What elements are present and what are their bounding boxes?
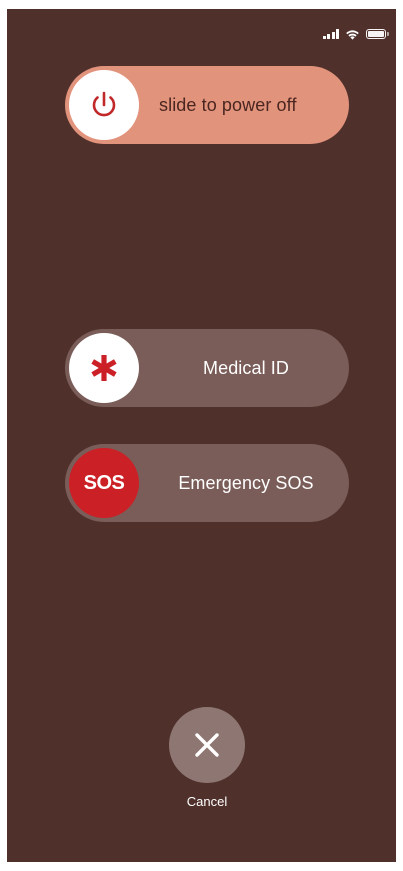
status-bar — [322, 26, 389, 42]
asterisk-icon — [91, 355, 117, 381]
power-icon — [92, 91, 116, 117]
emergency-sos-slider[interactable]: SOS Emergency SOS — [65, 444, 349, 522]
medical-id-slider[interactable]: Medical ID — [65, 329, 349, 407]
cancel-label: Cancel — [186, 794, 228, 809]
cellular-signal-icon — [322, 29, 339, 39]
battery-icon — [366, 29, 389, 39]
close-icon — [195, 733, 219, 757]
battery-level-fill — [368, 31, 384, 37]
medical-id-label: Medical ID — [202, 357, 290, 378]
power-off-screen: slide to power off Medical ID SOS Emerge… — [7, 9, 396, 862]
wifi-icon — [345, 29, 360, 40]
power-off-label: slide to power off — [159, 94, 297, 115]
medical-id-slider-knob[interactable] — [69, 333, 139, 403]
power-off-slider[interactable]: slide to power off — [65, 66, 349, 144]
emergency-sos-slider-knob[interactable]: SOS — [69, 448, 139, 518]
emergency-sos-label: Emergency SOS — [178, 472, 314, 493]
power-off-slider-knob[interactable] — [69, 70, 139, 140]
sos-knob-text: SOS — [83, 471, 125, 494]
cancel-button[interactable] — [169, 707, 245, 783]
